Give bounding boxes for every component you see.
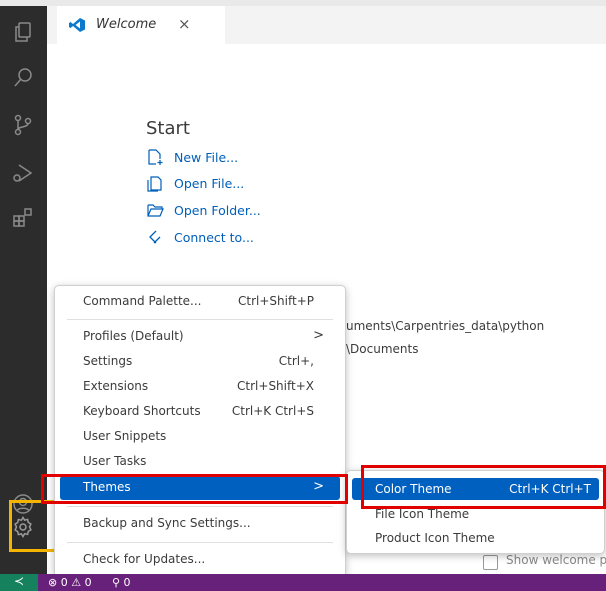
menu-item-shortcut: Ctrl+K Ctrl+S	[231, 404, 314, 418]
menu-separator	[67, 542, 333, 543]
menu-item-label: Command Palette...	[83, 294, 202, 308]
menu-item-shortcut: Ctrl+Shift+P	[238, 294, 314, 308]
open-folder-label: Open Folder...	[174, 203, 261, 218]
menu-item-command-palette[interactable]: Command Palette... Ctrl+Shift+P	[60, 290, 340, 314]
source-control-icon[interactable]	[11, 113, 35, 137]
themes-highlight-annotation	[41, 474, 348, 504]
open-folder-icon	[147, 204, 164, 217]
tab-welcome[interactable]: Welcome ×	[57, 6, 225, 44]
activity-bar	[0, 6, 47, 574]
problems-indicator[interactable]: ⊗ 0 ⚠ 0	[48, 576, 92, 589]
new-file-label: New File...	[174, 150, 239, 165]
submenu-item-label: Product Icon Theme	[375, 531, 495, 545]
run-debug-icon[interactable]	[11, 161, 35, 185]
start-heading: Start	[146, 118, 190, 139]
menu-item-profiles[interactable]: Profiles (Default) >	[60, 325, 340, 349]
menu-item-settings[interactable]: Settings Ctrl+,	[60, 350, 340, 374]
recent-path-1[interactable]: uments\Carpentries_data\python	[346, 319, 544, 333]
search-icon[interactable]	[11, 66, 35, 90]
explorer-icon[interactable]	[11, 20, 35, 44]
editor-tab-bar: Welcome ×	[47, 6, 606, 44]
show-welcome-label: Show welcome pa	[506, 553, 606, 567]
manage-context-menu: Command Palette... Ctrl+Shift+P Profiles…	[54, 285, 346, 578]
menu-item-label: Settings	[83, 354, 133, 368]
remote-connect-icon	[149, 230, 161, 244]
menu-item-shortcut: Ctrl+,	[278, 354, 314, 368]
menu-item-label: User Tasks	[83, 454, 147, 468]
menu-item-label: Extensions	[83, 379, 149, 393]
menu-item-backup-sync[interactable]: Backup and Sync Settings...	[60, 512, 340, 536]
recent-path-2[interactable]: \Documents	[346, 342, 418, 356]
menu-item-user-tasks[interactable]: User Tasks	[60, 450, 340, 474]
remote-indicator[interactable]: ≺	[0, 574, 38, 591]
connect-to-label: Connect to...	[174, 230, 254, 245]
menu-separator	[67, 506, 333, 507]
menu-item-label: User Snippets	[83, 429, 167, 443]
submenu-item-product-icon-theme[interactable]: Product Icon Theme	[352, 527, 599, 549]
menu-separator	[67, 319, 333, 320]
open-file-icon	[147, 176, 162, 192]
show-welcome-checkbox[interactable]	[483, 555, 498, 570]
ports-indicator[interactable]: ⚲ 0	[112, 576, 131, 589]
open-file-label: Open File...	[174, 176, 245, 191]
extensions-icon[interactable]	[11, 206, 35, 230]
chevron-right-icon: >	[313, 328, 324, 343]
tab-close-icon[interactable]: ×	[178, 15, 191, 33]
menu-item-label: Keyboard Shortcuts	[83, 404, 201, 418]
color-theme-highlight-annotation	[361, 465, 606, 509]
remote-icon: ≺	[14, 574, 25, 588]
menu-item-label: Check for Updates...	[83, 552, 206, 566]
submenu-item-label: File Icon Theme	[375, 507, 470, 521]
tab-title: Welcome	[96, 17, 157, 32]
menu-item-keyboard-shortcuts[interactable]: Keyboard Shortcuts Ctrl+K Ctrl+S	[60, 400, 340, 424]
vscode-logo-icon	[69, 18, 85, 32]
menu-item-shortcut: Ctrl+Shift+X	[237, 379, 314, 393]
status-bar: ≺ ⊗ 0 ⚠ 0 ⚲ 0	[0, 574, 606, 591]
menu-item-extensions[interactable]: Extensions Ctrl+Shift+X	[60, 375, 340, 399]
menu-item-check-updates[interactable]: Check for Updates...	[60, 548, 340, 572]
new-file-icon	[148, 149, 163, 165]
menu-item-label: Backup and Sync Settings...	[83, 516, 251, 530]
menu-item-user-snippets[interactable]: User Snippets	[60, 425, 340, 449]
menu-item-label: Profiles (Default)	[83, 329, 184, 343]
